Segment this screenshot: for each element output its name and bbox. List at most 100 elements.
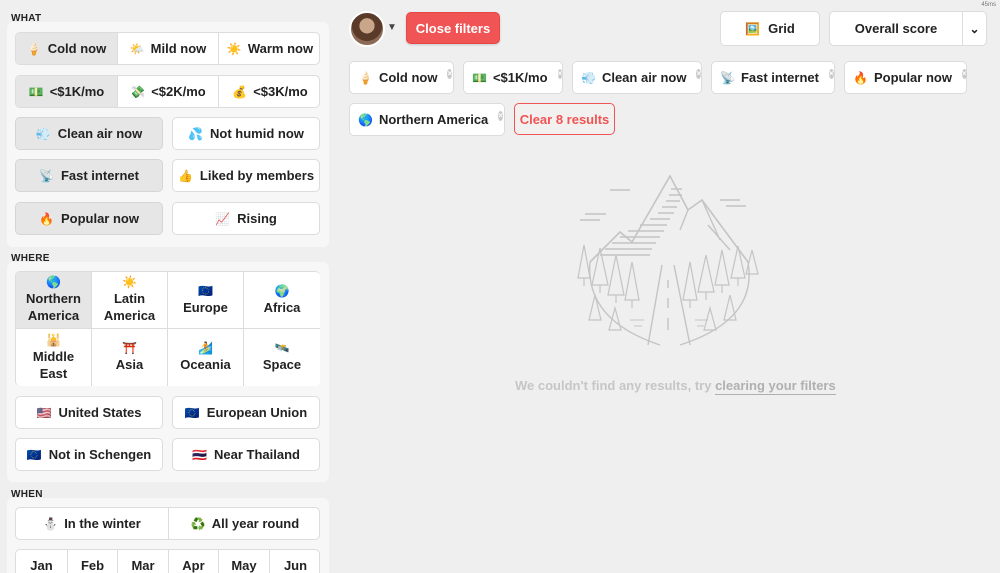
us-flag-icon: 🇺🇸 (36, 405, 52, 420)
remove-chip-icon[interactable]: × (696, 69, 702, 79)
region-label: America (27, 308, 80, 323)
filter-cost-2k[interactable]: 💸 <$2K/mo (117, 76, 218, 107)
filter-in-the-winter[interactable]: ⛄ In the winter (16, 508, 168, 539)
remove-chip-icon[interactable]: × (961, 69, 967, 79)
filter-clean-air[interactable]: 💨 Clean air now (15, 117, 163, 150)
filter-sidebar: WHAT 🍦 Cold now 🌤️ Mild now ☀️ Warm now 💵 <$… (0, 0, 336, 573)
chevron-down-icon[interactable]: ▼ (387, 22, 397, 33)
region-label: Northern (26, 291, 81, 306)
mountain-forest-illustration (577, 174, 759, 346)
filter-liked-by-members[interactable]: 👍 Liked by members (172, 159, 320, 192)
month-feb[interactable]: Feb (67, 550, 117, 573)
remove-chip-icon[interactable]: × (498, 111, 503, 121)
ice-cream-icon: 🍦 (358, 70, 373, 85)
grid-view-label: Grid (768, 21, 795, 36)
ice-cream-icon: 🍦 (26, 41, 42, 56)
response-time: 45ms (981, 2, 996, 8)
region-northern-america[interactable]: 🌎 Northern America (16, 272, 92, 329)
region-africa[interactable]: 🌍 Africa (244, 272, 320, 329)
active-filter-chip[interactable]: 🔥 Popular now × (844, 61, 967, 94)
fire-icon: 🔥 (853, 70, 868, 85)
filter-label: Mild now (150, 41, 207, 56)
cost-group: 💵 <$1K/mo 💸 <$2K/mo 💰 <$3K/mo (15, 75, 320, 108)
clear-filters-link[interactable]: clearing your filters (715, 378, 836, 395)
active-filter-chip[interactable]: 💨 Clean air now × (572, 61, 702, 94)
picture-icon: 🖼️ (745, 21, 761, 36)
dollar-bill-icon: 💵 (28, 84, 44, 99)
filter-label: European Union (206, 405, 308, 420)
filter-rising[interactable]: 📈 Rising (172, 202, 320, 235)
filter-label: Cold now (47, 41, 107, 56)
filter-label: Clean air now (57, 126, 143, 141)
sun-icon: ☀️ (122, 275, 137, 289)
region-space[interactable]: 🛰️ Space (244, 329, 320, 386)
chevron-down-icon: ⌄ (969, 21, 980, 36)
eu-flag-icon: 🇪🇺 (198, 283, 213, 298)
filter-not-in-schengen[interactable]: 🇪🇺 Not in Schengen (15, 438, 163, 471)
filter-label: <$3K/mo (253, 84, 308, 99)
filter-label: <$2K/mo (151, 84, 206, 99)
active-filter-chip[interactable]: 🍦 Cold now × (349, 61, 454, 94)
close-filters-button[interactable]: Close filters (406, 12, 500, 44)
active-filter-chip[interactable]: 📡 Fast internet × (711, 61, 835, 94)
month-jun[interactable]: Jun (269, 550, 319, 573)
filter-all-year-round[interactable]: ♻️ All year round (168, 508, 319, 539)
filter-mild-now[interactable]: 🌤️ Mild now (117, 33, 218, 64)
month-mar[interactable]: Mar (117, 550, 168, 573)
money-wings-icon: 💸 (130, 84, 146, 99)
filter-label: All year round (211, 516, 300, 531)
clear-results-button[interactable]: Clear 8 results (514, 103, 615, 135)
month-apr[interactable]: Apr (168, 550, 218, 573)
region-grid: 🌎 Northern America ☀️ Latin America 🇪🇺 Europe… (15, 271, 320, 386)
filter-label: Warm now (247, 41, 314, 56)
filter-european-union[interactable]: 🇪🇺 European Union (172, 396, 320, 429)
eu-flag-icon: 🇪🇺 (184, 405, 200, 420)
what-panel: 🍦 Cold now 🌤️ Mild now ☀️ Warm now 💵 <$1K/mo… (7, 22, 329, 247)
filter-label: Near Thailand (213, 447, 300, 462)
remove-chip-icon[interactable]: × (447, 69, 453, 79)
sort-select[interactable]: Overall score (829, 11, 963, 46)
weather-group: 🍦 Cold now 🌤️ Mild now ☀️ Warm now (15, 32, 320, 65)
filter-cold-now[interactable]: 🍦 Cold now (16, 33, 117, 64)
region-label: Africa (263, 299, 301, 315)
filter-near-thailand[interactable]: 🇹🇭 Near Thailand (172, 438, 320, 471)
month-may[interactable]: May (218, 550, 269, 573)
month-jan[interactable]: Jan (16, 550, 67, 573)
filter-cost-1k[interactable]: 💵 <$1K/mo (16, 76, 117, 107)
month-group: Jan Feb Mar Apr May Jun (15, 549, 320, 573)
region-asia[interactable]: ⛩️ Asia (92, 329, 168, 386)
filter-popular-now[interactable]: 🔥 Popular now (15, 202, 163, 235)
sort-dropdown-toggle[interactable]: ⌄ (962, 11, 987, 46)
filter-united-states[interactable]: 🇺🇸 United States (15, 396, 163, 429)
sun-cloud-icon: 🌤️ (129, 41, 145, 56)
remove-chip-icon[interactable]: × (828, 69, 834, 79)
empty-state-message: We couldn't find any results, try cleari… (515, 378, 836, 395)
dollar-bill-icon: 💵 (472, 70, 487, 85)
active-filter-chip[interactable]: 🌎 Northern America × (349, 103, 505, 136)
sun-icon: ☀️ (226, 41, 242, 56)
region-label: Space (262, 357, 302, 372)
filter-fast-internet[interactable]: 📡 Fast internet (15, 159, 163, 192)
region-label: Latin (113, 291, 146, 306)
chip-label: Popular now (873, 70, 952, 85)
region-latin-america[interactable]: ☀️ Latin America (92, 272, 168, 329)
remove-chip-icon[interactable]: × (557, 69, 563, 79)
fire-icon: 🔥 (39, 211, 54, 226)
snowman-icon: ⛄ (43, 516, 59, 531)
region-middle-east[interactable]: 🕌 Middle East (16, 329, 92, 386)
region-label: Middle (32, 348, 75, 364)
active-filter-chip[interactable]: 💵 <$1K/mo × (463, 61, 563, 94)
region-europe[interactable]: 🇪🇺 Europe (168, 272, 244, 329)
recycle-icon: ♻️ (190, 516, 206, 531)
region-oceania[interactable]: 🏄 Oceania (168, 329, 244, 386)
eu-flag-icon: 🇪🇺 (26, 447, 42, 462)
filter-label: Fast internet (60, 168, 139, 183)
grid-view-button[interactable]: 🖼️ Grid (720, 11, 820, 46)
avatar[interactable] (349, 11, 385, 47)
filter-label: Liked by members (199, 168, 315, 183)
thumbs-up-icon: 👍 (177, 168, 193, 183)
filter-warm-now[interactable]: ☀️ Warm now (218, 33, 319, 64)
money-bag-icon: 💰 (232, 84, 248, 99)
filter-not-humid[interactable]: 💦 Not humid now (172, 117, 320, 150)
filter-cost-3k[interactable]: 💰 <$3K/mo (218, 76, 319, 107)
